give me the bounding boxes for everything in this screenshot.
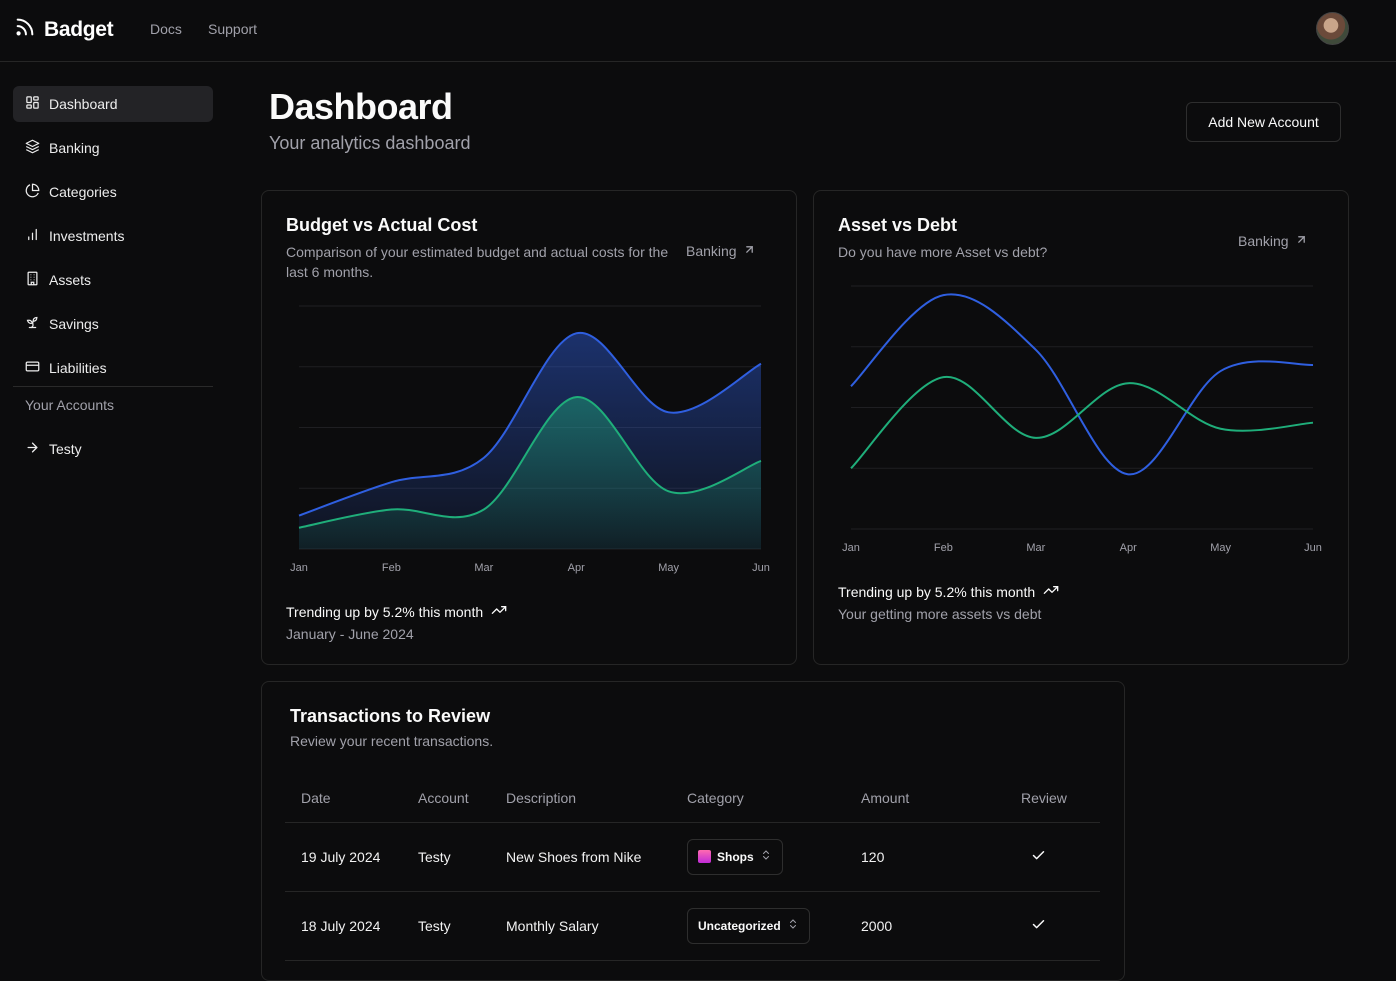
chevrons-up-down-icon bbox=[787, 918, 799, 933]
card-description: Review your recent transactions. bbox=[290, 733, 494, 749]
table-row: 19 July 2024 Testy New Shoes from Nike S… bbox=[285, 822, 1100, 892]
brand-name: Badget bbox=[44, 17, 114, 41]
sidebar-item-assets[interactable]: Assets bbox=[13, 262, 213, 298]
trend-line: Trending up by 5.2% this month bbox=[286, 602, 507, 621]
x-tick-label: May bbox=[1210, 542, 1231, 554]
series-line-1 bbox=[850, 293, 1314, 476]
x-tick-label: Mar bbox=[474, 562, 493, 574]
x-tick-label: May bbox=[658, 562, 679, 574]
cell-category: Shops bbox=[671, 822, 845, 892]
layout-dashboard-icon bbox=[25, 95, 40, 113]
accounts-heading: Your Accounts bbox=[25, 397, 114, 413]
column-header-category: Category bbox=[671, 774, 845, 823]
cell-account: Testy bbox=[402, 822, 490, 892]
sidebar-item-dashboard[interactable]: Dashboard bbox=[13, 86, 213, 122]
x-tick-label: Mar bbox=[1026, 542, 1045, 554]
sidebar-item-categories[interactable]: Categories bbox=[13, 174, 213, 210]
asset-vs-debt-card: Asset vs Debt Do you have more Asset vs … bbox=[813, 190, 1349, 665]
cell-account: Testy bbox=[402, 891, 490, 961]
cell-description: New Shoes from Nike bbox=[490, 822, 671, 892]
sidebar-item-label: Liabilities bbox=[49, 360, 107, 376]
sidebar-item-label: Banking bbox=[49, 140, 100, 156]
cell-review bbox=[1005, 891, 1100, 961]
cell-amount: 120 bbox=[845, 822, 1005, 892]
category-select-value: Shops bbox=[717, 849, 754, 864]
page-title: Dashboard bbox=[269, 86, 453, 127]
sidebar-item-savings[interactable]: Savings bbox=[13, 306, 213, 342]
category-select[interactable]: Uncategorized bbox=[687, 907, 810, 944]
trend-text: Trending up by 5.2% this month bbox=[286, 603, 484, 620]
x-tick-label: Jun bbox=[1304, 542, 1322, 554]
asset-debt-line-chart: Jan Feb Mar Apr May Jun bbox=[842, 285, 1322, 554]
cell-amount: 2000 bbox=[845, 891, 1005, 961]
trend-text: Trending up by 5.2% this month bbox=[838, 583, 1036, 600]
chevrons-up-down-icon bbox=[760, 849, 772, 864]
x-tick-label: Jun bbox=[752, 562, 770, 574]
building-icon bbox=[25, 271, 40, 289]
cell-category: Uncategorized bbox=[671, 891, 845, 961]
table-row: 18 July 2024 Testy Monthly Salary Uncate… bbox=[285, 891, 1100, 961]
x-tick-label: Jan bbox=[842, 542, 860, 554]
shopping-bags-emoji-icon bbox=[698, 850, 711, 863]
x-tick-label: Jan bbox=[290, 562, 308, 574]
arrow-right-icon bbox=[25, 440, 40, 458]
sidebar-item-label: Savings bbox=[49, 316, 99, 332]
trend-line: Trending up by 5.2% this month bbox=[838, 582, 1059, 601]
user-avatar[interactable] bbox=[1316, 12, 1349, 45]
top-navbar: Badget Docs Support bbox=[0, 0, 1396, 62]
nav-docs-link[interactable]: Docs bbox=[150, 21, 182, 37]
rss-icon bbox=[14, 16, 36, 43]
sidebar-account-testy[interactable]: Testy bbox=[13, 431, 213, 467]
transactions-table: Date Account Description Category Amount… bbox=[285, 774, 1100, 961]
bar-chart-icon bbox=[25, 227, 40, 245]
sprout-icon bbox=[25, 315, 40, 333]
period-text: January - June 2024 bbox=[286, 626, 414, 642]
sidebar-item-investments[interactable]: Investments bbox=[13, 218, 213, 254]
check-icon[interactable] bbox=[1031, 850, 1046, 866]
add-new-account-button[interactable]: Add New Account bbox=[1186, 102, 1341, 142]
nav-support-link[interactable]: Support bbox=[208, 21, 257, 37]
column-header-description: Description bbox=[490, 774, 671, 823]
category-select-value: Uncategorized bbox=[698, 918, 781, 933]
column-header-account: Account bbox=[402, 774, 490, 823]
brand-logo[interactable]: Badget bbox=[14, 16, 114, 43]
budget-area-chart: Jan Feb Mar Apr May Jun bbox=[290, 305, 770, 574]
trending-up-icon bbox=[1043, 582, 1059, 601]
check-icon[interactable] bbox=[1031, 919, 1046, 935]
sidebar-item-banking[interactable]: Banking bbox=[13, 130, 213, 166]
card-title: Transactions to Review bbox=[290, 706, 491, 726]
column-header-review: Review bbox=[1005, 774, 1100, 823]
x-tick-label: Feb bbox=[934, 542, 953, 554]
cell-date: 19 July 2024 bbox=[285, 822, 402, 892]
sidebar-item-label: Testy bbox=[49, 441, 82, 457]
page-subtitle: Your analytics dashboard bbox=[269, 133, 471, 153]
sidebar-item-label: Assets bbox=[49, 272, 92, 288]
column-header-date: Date bbox=[285, 774, 402, 823]
sidebar-item-liabilities[interactable]: Liabilities bbox=[13, 350, 213, 386]
sidebar-item-label: Dashboard bbox=[49, 96, 118, 112]
note-text: Your getting more assets vs debt bbox=[838, 606, 1042, 622]
sidebar-divider bbox=[13, 386, 213, 387]
trending-up-icon bbox=[491, 602, 507, 621]
x-tick-label: Feb bbox=[382, 562, 401, 574]
x-tick-label: Apr bbox=[568, 562, 585, 574]
budget-vs-actual-card: Budget vs Actual Cost Comparison of your… bbox=[261, 190, 797, 665]
credit-card-icon bbox=[25, 359, 40, 377]
sidebar: Dashboard Banking Categories Investments… bbox=[0, 62, 226, 960]
table-header-row: Date Account Description Category Amount… bbox=[285, 774, 1100, 823]
category-select[interactable]: Shops bbox=[687, 838, 783, 875]
cell-date: 18 July 2024 bbox=[285, 891, 402, 961]
sidebar-item-label: Investments bbox=[49, 228, 125, 244]
layers-icon bbox=[25, 139, 40, 157]
x-tick-label: Apr bbox=[1120, 542, 1137, 554]
cell-review bbox=[1005, 822, 1100, 892]
pie-chart-icon bbox=[25, 183, 40, 201]
cell-description: Monthly Salary bbox=[490, 891, 671, 961]
column-header-amount: Amount bbox=[845, 774, 1005, 823]
sidebar-item-label: Categories bbox=[49, 184, 117, 200]
